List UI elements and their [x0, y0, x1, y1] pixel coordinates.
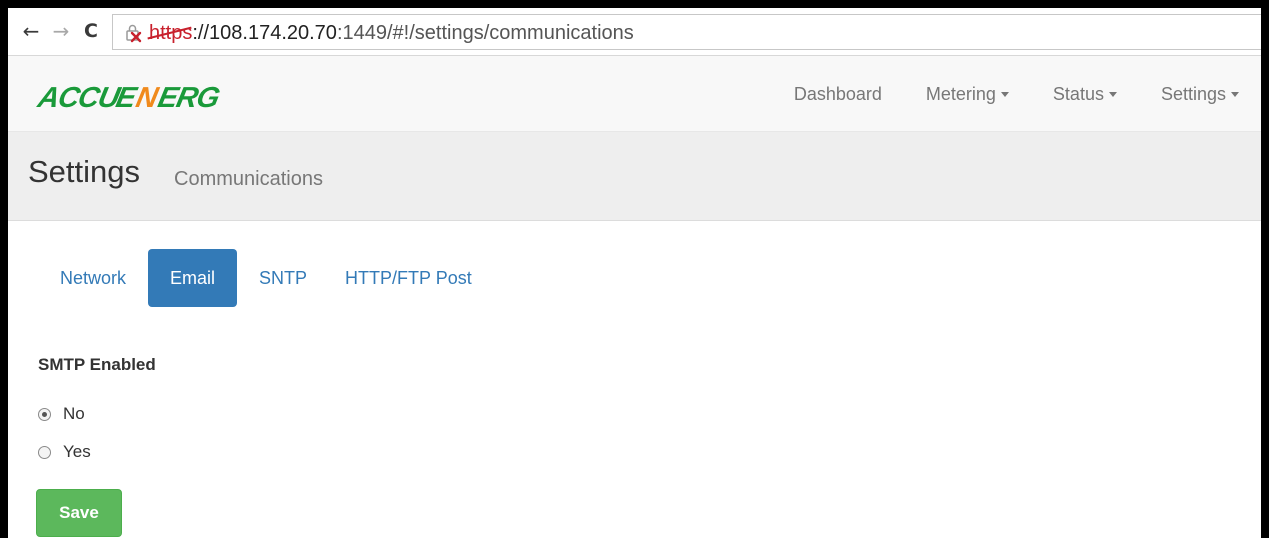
radio-checked-icon[interactable]: [38, 407, 51, 421]
nav-dashboard[interactable]: Dashboard: [772, 84, 904, 105]
address-bar[interactable]: https://108.174.20.70:1449/#!/settings/c…: [112, 14, 1261, 50]
nav-status-label: Status: [1052, 83, 1104, 104]
radio-unchecked-icon[interactable]: [38, 445, 51, 459]
reload-icon[interactable]: C: [80, 18, 102, 44]
tab-network[interactable]: Network: [44, 249, 142, 307]
tab-email[interactable]: Email: [148, 249, 238, 307]
insecure-lock-icon[interactable]: [123, 23, 143, 43]
url-scheme-separator: ://: [192, 22, 210, 44]
forward-arrow-icon[interactable]: →: [50, 18, 72, 44]
smtp-radio-no[interactable]: No: [38, 404, 85, 424]
smtp-radio-yes[interactable]: Yes: [38, 442, 91, 462]
main-nav: Dashboard Metering Status Settings: [772, 56, 1239, 132]
brand-logo[interactable]: ACCU E N ERGY: [34, 81, 243, 117]
browser-toolbar: ← → C https://108.174.20.70:1449/#!/sett…: [8, 8, 1261, 56]
nav-status[interactable]: Status: [1031, 84, 1139, 105]
page-title: Settings: [28, 154, 141, 189]
svg-text:ERGY: ERGY: [155, 82, 222, 112]
tab-http-ftp-post[interactable]: HTTP/FTP Post: [329, 249, 488, 307]
smtp-enabled-label: SMTP Enabled: [38, 355, 156, 374]
nav-settings[interactable]: Settings: [1139, 84, 1239, 105]
caret-down-icon: [1231, 91, 1239, 97]
save-button[interactable]: Save: [36, 489, 122, 537]
accuenergy-logo: ACCU E N ERGY: [34, 81, 243, 114]
tab-sntp[interactable]: SNTP: [243, 249, 323, 307]
radio-yes-label: Yes: [63, 442, 91, 461]
back-arrow-icon[interactable]: ←: [20, 18, 42, 44]
communications-tabs: Network Email SNTP HTTP/FTP Post: [44, 249, 488, 307]
radio-no-label: No: [63, 404, 85, 423]
nav-dashboard-label: Dashboard: [793, 83, 882, 104]
site-navbar: ACCU E N ERGY Dashboard Metering Status …: [8, 56, 1261, 132]
nav-settings-label: Settings: [1160, 83, 1226, 104]
url-host: 108.174.20.70: [209, 22, 337, 44]
browser-window: ← → C https://108.174.20.70:1449/#!/sett…: [8, 8, 1261, 538]
page-header: Settings Communications: [8, 132, 1261, 221]
url-scheme: https: [149, 22, 193, 44]
url-path: :1449/#!/settings/communications: [336, 22, 634, 44]
svg-text:ACCU: ACCU: [36, 82, 124, 112]
nav-metering[interactable]: Metering: [904, 84, 1031, 105]
nav-metering-label: Metering: [925, 83, 996, 104]
page-subtitle: Communications: [174, 168, 323, 190]
caret-down-icon: [1000, 91, 1009, 97]
caret-down-icon: [1108, 91, 1117, 97]
url-text: https://108.174.20.70:1449/#!/settings/c…: [149, 22, 634, 44]
